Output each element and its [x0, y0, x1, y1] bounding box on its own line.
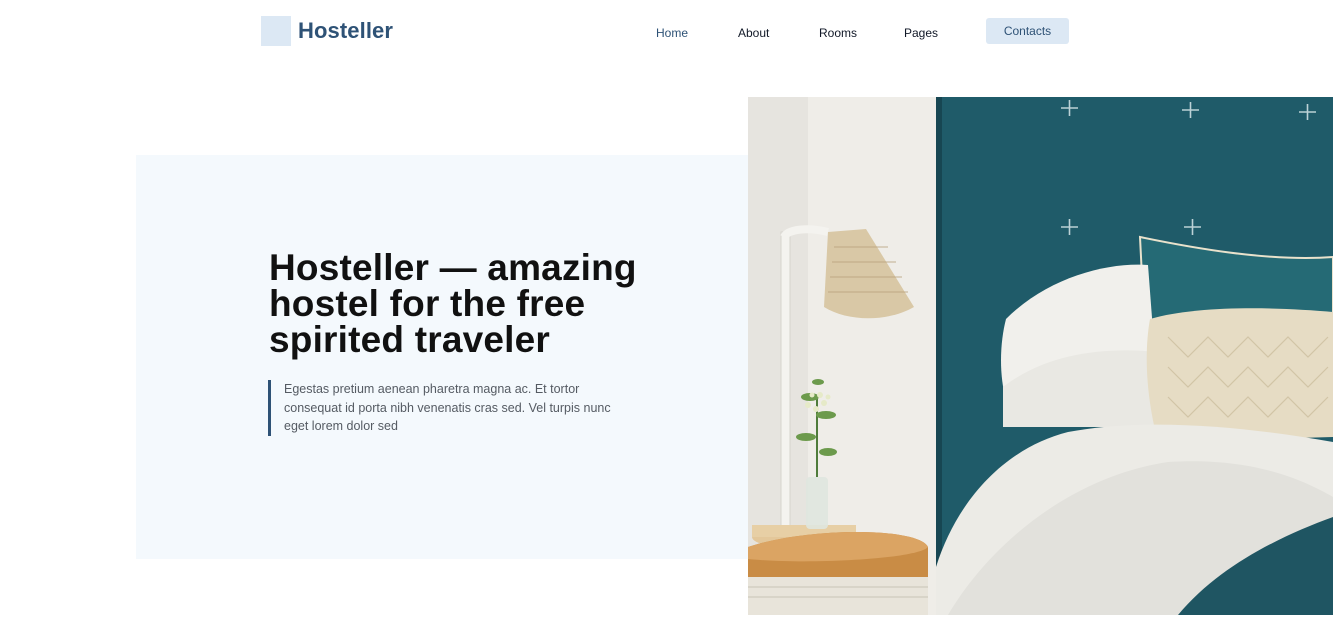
- hero-description: Egestas pretium aenean pharetra magna ac…: [268, 380, 624, 436]
- contacts-button[interactable]: Contacts: [986, 18, 1069, 44]
- hero-bedroom-image: [748, 97, 1333, 615]
- hero-title: Hosteller — amazing hostel for the free …: [269, 247, 637, 360]
- landing-page: Hosteller Home About Rooms Pages Contact…: [0, 0, 1333, 630]
- main-nav: Home About Rooms Pages Contacts: [0, 18, 1333, 44]
- bedroom-photo: [748, 97, 1333, 615]
- nav-item-home[interactable]: Home: [656, 18, 688, 44]
- nav-item-rooms[interactable]: Rooms: [819, 18, 857, 44]
- nav-item-about[interactable]: About: [738, 18, 769, 44]
- nav-item-pages[interactable]: Pages: [904, 18, 938, 44]
